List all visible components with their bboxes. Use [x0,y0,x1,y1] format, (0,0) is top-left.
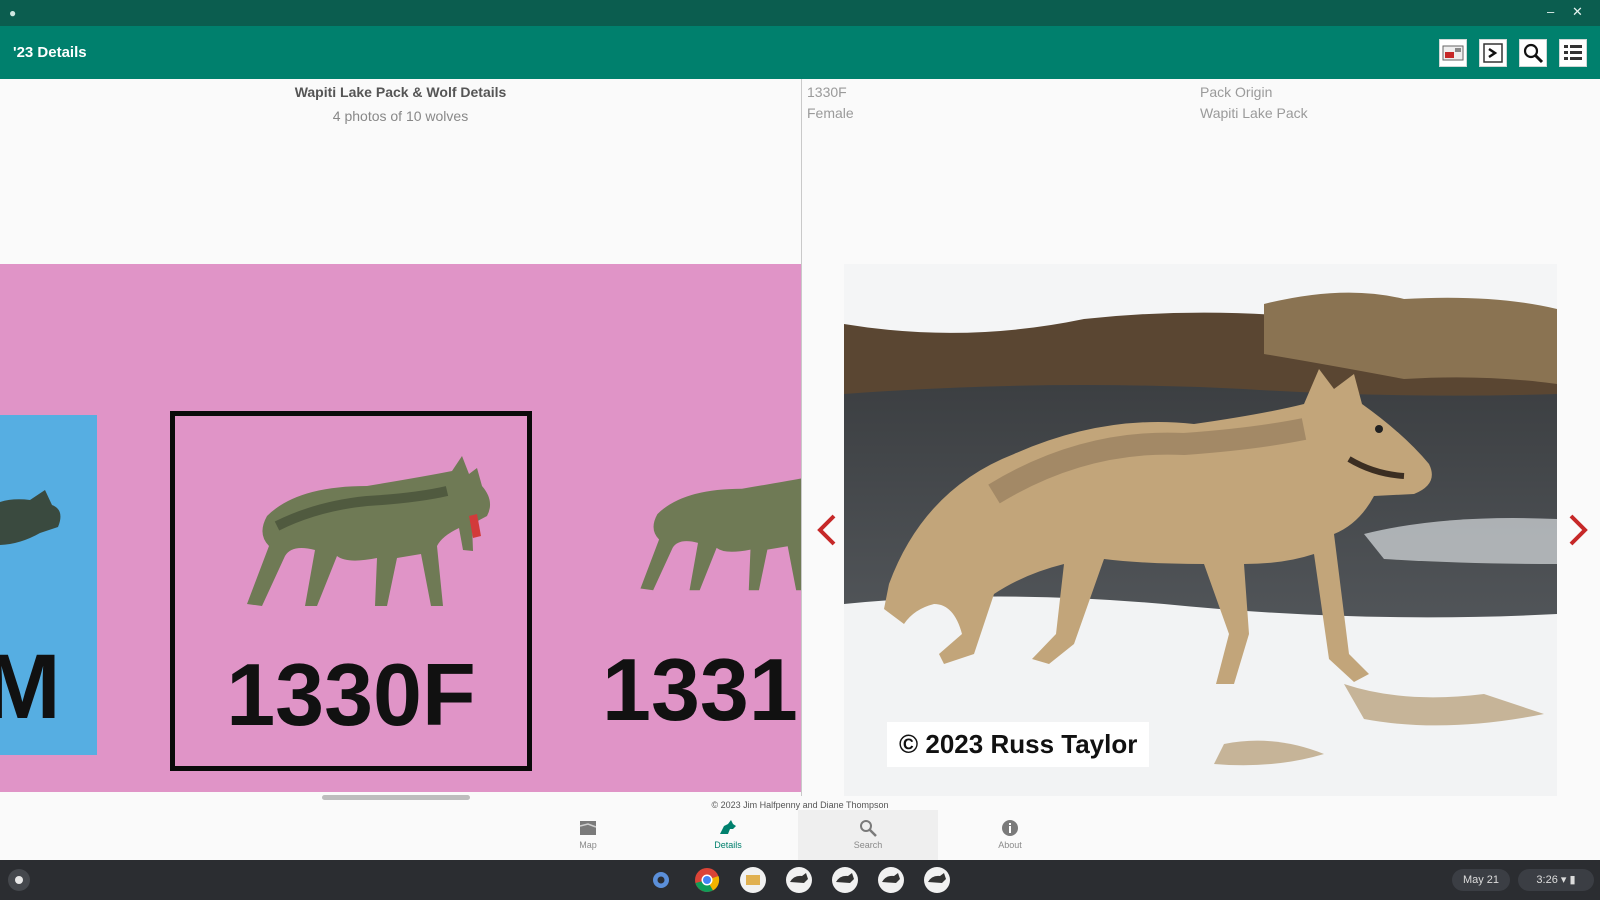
wolf-card[interactable]: M [0,415,97,755]
chevron-right-icon[interactable] [1563,510,1593,550]
nav-details-label: Details [714,840,742,850]
gallery-icon[interactable] [1439,39,1467,67]
window-menu-icon[interactable]: ● [9,6,16,20]
wolf-icon [247,456,491,606]
chevron-left-icon[interactable] [812,510,842,550]
close-icon[interactable]: ✕ [1572,4,1583,20]
minimize-icon[interactable]: – [1547,4,1554,19]
pack-title: Wapiti Lake Pack & Wolf Details [294,84,507,100]
wolf-card-label: 1331 [602,640,798,739]
bottom-navigation: Map Details Search About [0,810,1600,860]
pack-subtitle: 4 photos of 10 wolves [332,108,469,124]
wolf-card-label: M [0,636,61,738]
photo-credit: © 2023 Russ Taylor [887,722,1150,767]
battery-icon: ▮ [1569,874,1576,886]
status-tray[interactable]: 3:26 ▾ ▮ [1518,869,1594,891]
list-icon[interactable] [1559,39,1587,67]
info-icon [1002,820,1018,836]
export-icon[interactable] [1479,39,1507,67]
wolf-app-icon[interactable] [876,865,906,895]
nav-map[interactable]: Map [518,810,658,860]
wolf-card-selected[interactable]: 1330F [170,411,532,771]
nav-details[interactable]: Details [658,810,798,860]
nav-search-label: Search [853,840,883,850]
nav-about-label: About [998,840,1022,850]
wolf-app-icon[interactable] [830,865,860,895]
app-toolbar: '23 Details [0,26,1600,79]
nav-map-label: Map [579,840,597,850]
wolf-app-icon[interactable] [784,865,814,895]
window-title-bar: ● – ✕ [0,0,1600,26]
pack-origin-value: Wapiti Lake Pack [1200,105,1308,121]
wolf-icon [0,490,61,545]
nav-search[interactable]: Search [798,810,938,860]
wolf-sex: Female [807,105,854,121]
wolf-photo[interactable] [844,264,1557,796]
search-icon [860,820,877,837]
system-shelf: May 21 3:26 ▾ ▮ [0,860,1600,900]
pack-origin-label: Pack Origin [1200,84,1273,100]
wolf-card-label: 1330F [226,645,476,744]
wolf-app-icon[interactable] [922,865,952,895]
pane-divider[interactable] [801,79,802,796]
search-zoom-icon[interactable] [1519,39,1547,67]
clock-text: 3:26 [1536,874,1558,886]
copyright-text: © 2023 Jim Halfpenny and Diane Thompson [711,800,889,810]
wolf-icon [720,820,736,834]
app-title: '23 Details [13,44,87,61]
settings-icon[interactable] [646,865,676,895]
map-icon [579,821,597,835]
wifi-icon: ▾ [1560,874,1567,886]
date-pill[interactable]: May 21 [1452,869,1510,891]
chrome-icon[interactable] [692,865,722,895]
launcher-icon[interactable] [8,869,30,891]
wolf-card[interactable]: 1331 [596,411,801,771]
wolf-card-strip[interactable]: M 1330F 1331 [0,264,801,792]
nav-about[interactable]: About [940,810,1080,860]
wolf-icon [640,478,801,591]
files-app-icon[interactable] [738,865,768,895]
wolf-id: 1330F [807,84,847,100]
